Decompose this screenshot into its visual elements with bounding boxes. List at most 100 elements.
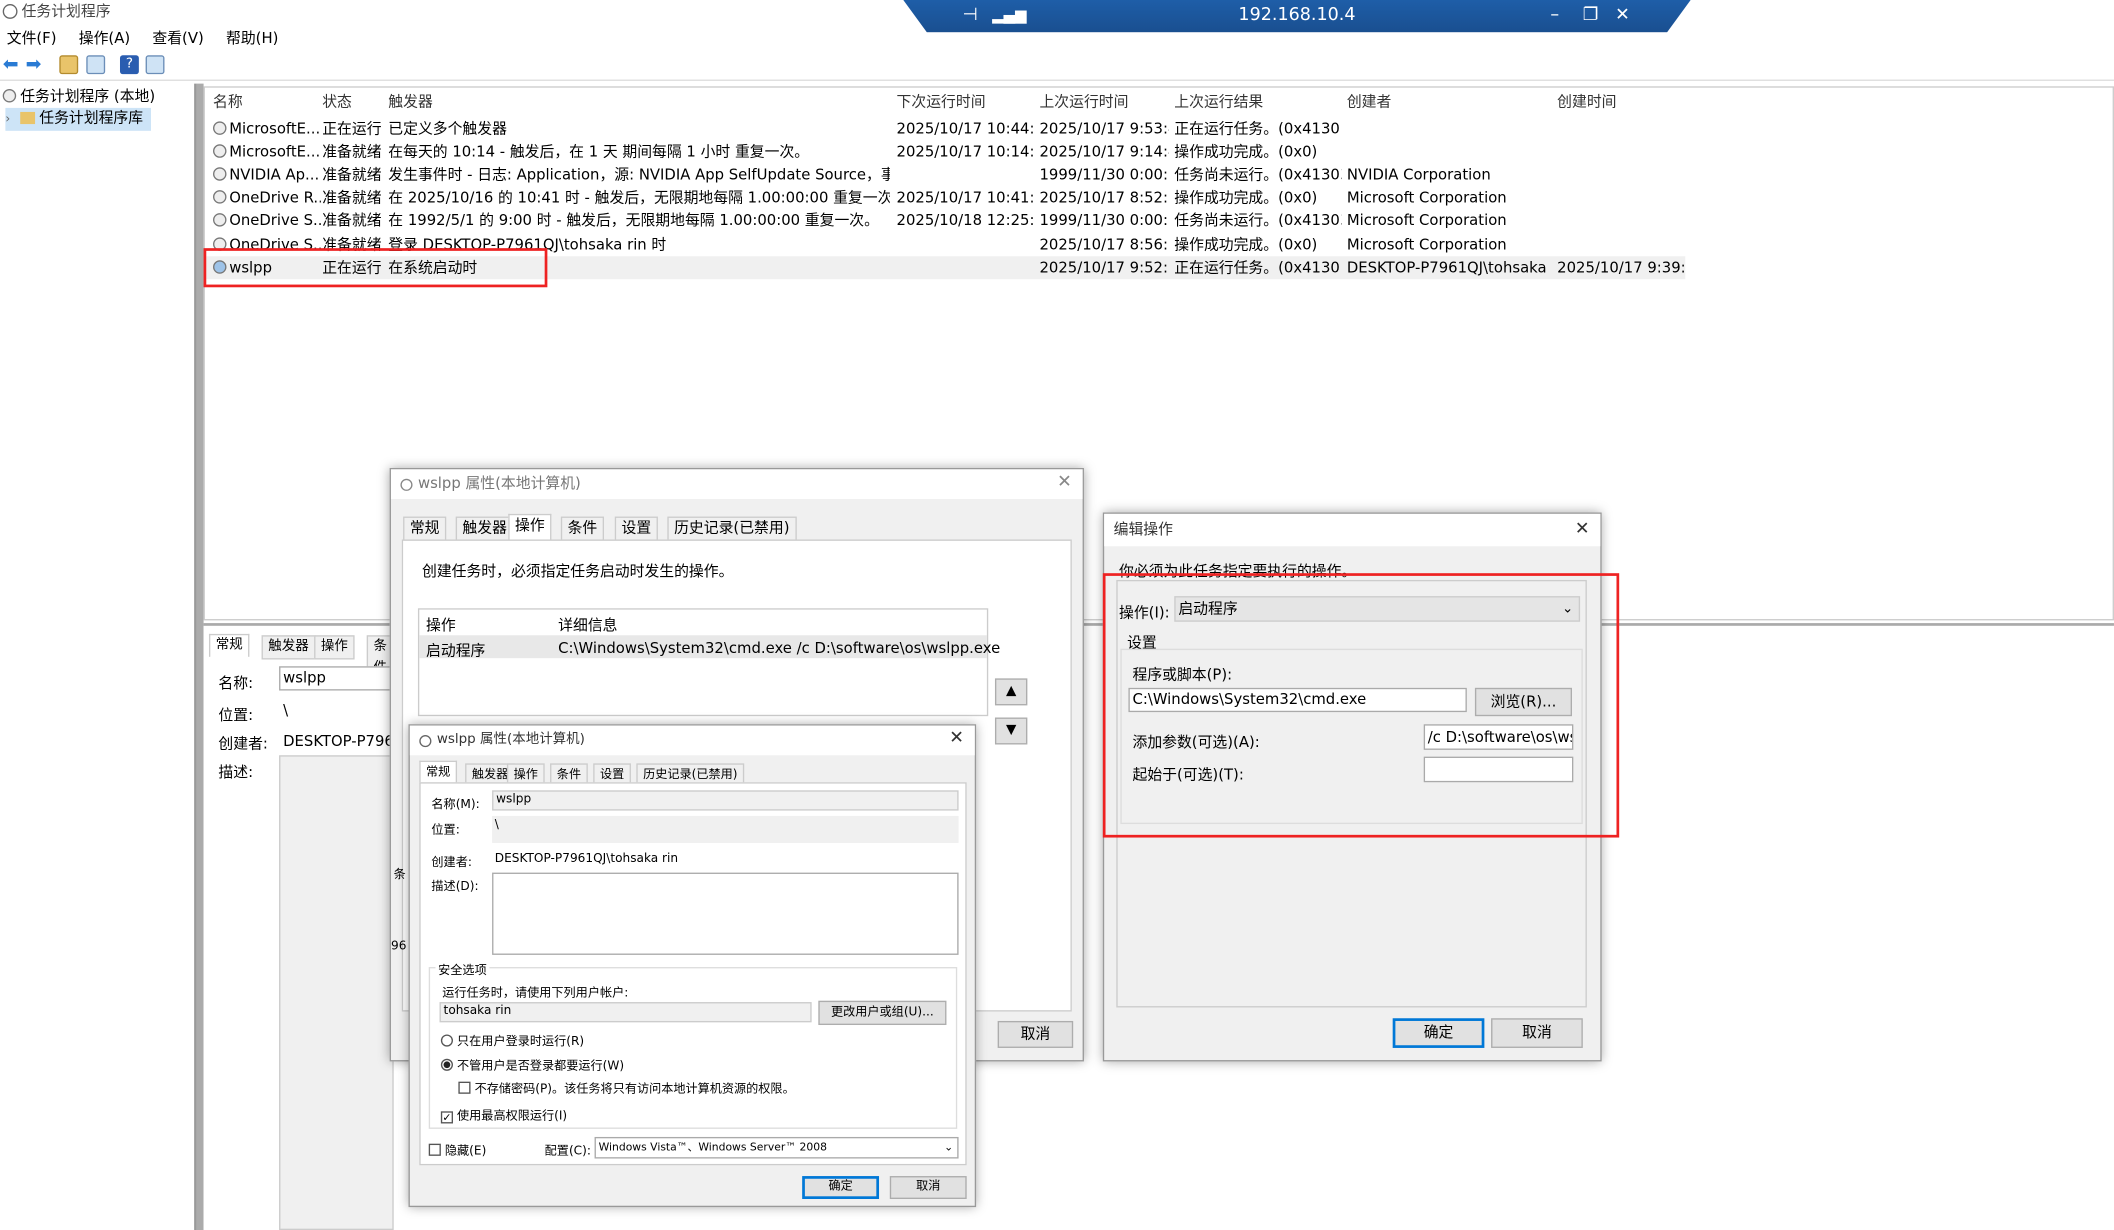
pane-splitter[interactable] (196, 83, 204, 1230)
cell-result: 任务尚未运行。(0x41303) (1174, 166, 1342, 184)
table-row[interactable]: OneDrive R... 准备就绪在 2025/10/16 的 10:41 时 … (206, 187, 1689, 210)
cell-result: 操作成功完成。(0x0) (1174, 235, 1318, 253)
dialog-title: wslpp 属性(本地计算机) (409, 725, 975, 756)
general-name-field[interactable]: wslpp (492, 790, 959, 811)
actions-cancel-button[interactable]: 取消 (997, 1020, 1074, 1048)
config-select[interactable]: Windows Vista™、Windows Server™ 2008 ⌄ (594, 1136, 959, 1159)
cell-name: MicrosoftE... (229, 120, 321, 138)
task-clock-icon (213, 213, 227, 228)
tab-history[interactable]: 历史记录(已禁用) (667, 516, 797, 541)
tab-settings[interactable]: 设置 (614, 516, 658, 541)
column-header-trigger[interactable]: 触发器 (388, 90, 432, 114)
radio-selected-icon[interactable] (440, 1058, 453, 1071)
table-row[interactable]: MicrosoftE... 准备就绪 在每天的 10:14 - 触发后，在 1 天 … (206, 140, 1689, 163)
option-run-logged-on[interactable]: 只在用户登录时运行(R) (440, 1032, 584, 1049)
table-row[interactable]: OneDrive S... 准备就绪在 1992/5/1 的 9:00 时 - 触… (206, 210, 1689, 233)
change-user-button[interactable]: 更改用户或组(U)... (818, 1000, 947, 1026)
tab-actions[interactable]: 操作 (508, 513, 552, 541)
tree-item-task-library[interactable]: › 任务计划程序库 (5, 107, 152, 131)
option-highest-privileges[interactable]: ✓ 使用最高权限运行(I) (440, 1106, 567, 1124)
back-icon[interactable]: ⬅ (3, 55, 22, 74)
column-header-last-run[interactable]: 上次运行时间 (1039, 90, 1128, 114)
actions-table (417, 608, 989, 717)
column-header-name[interactable]: 名称 (213, 90, 243, 114)
column-header-last-result[interactable]: 上次运行结果 (1174, 90, 1263, 114)
detail-tab-general[interactable]: 常规 (208, 633, 250, 657)
cell-next: 2025/10/17 10:14:43 (896, 143, 1035, 161)
cell-status: 准备就绪 (322, 143, 382, 161)
task-clock-icon (213, 144, 227, 158)
checkbox-checked-icon[interactable]: ✓ (440, 1111, 453, 1124)
cell-status: 准备就绪 (322, 212, 382, 230)
table-row[interactable]: MicrosoftE... 正在运行 已定义多个触发器 2025/10/17 10:4… (206, 117, 1689, 140)
clock-icon (419, 735, 432, 748)
column-header-status[interactable]: 状态 (322, 90, 352, 114)
cell-status: 准备就绪 (322, 189, 382, 207)
app-title: 任务计划程序 (21, 2, 111, 21)
option-run-always[interactable]: 不管用户是否登录都要运行(W) (440, 1056, 624, 1074)
run-as-label: 运行任务时，请使用下列用户帐户: (442, 987, 629, 1001)
general-ok-button[interactable]: 确定 (802, 1176, 880, 1199)
clock-icon (400, 478, 413, 491)
checkbox-icon[interactable] (458, 1081, 471, 1094)
properties-icon[interactable] (145, 55, 165, 75)
folder-icon (20, 111, 36, 125)
cell-author: Microsoft Corporation (1346, 189, 1507, 207)
tree-item-scheduler-root[interactable]: 任务计划程序 (本地) (2, 86, 155, 108)
cell-next: 2025/10/18 12:25:48 (896, 212, 1035, 230)
actions-col-action[interactable]: 操作 (426, 614, 456, 636)
help-icon[interactable]: ? (119, 55, 139, 75)
move-down-button[interactable]: ▼ (994, 717, 1028, 745)
menu-bar: 文件(F) 操作(A) 查看(V) 帮助(H) (0, 27, 2114, 51)
remote-address: 192.168.10.4 (1238, 5, 1356, 26)
detail-description-field[interactable] (279, 755, 394, 1230)
option-hidden[interactable]: 隐藏(E) (428, 1141, 486, 1159)
option-no-store-password[interactable]: 不存储密码(P)。该任务将只有访问本地计算机资源的权限。 (458, 1079, 795, 1096)
detail-name-field[interactable]: wslpp (279, 666, 394, 691)
close-icon[interactable]: ✕ (1057, 472, 1072, 492)
menu-action[interactable]: 操作(A) (79, 30, 130, 48)
menu-help[interactable]: 帮助(H) (226, 30, 278, 48)
edit-cancel-button[interactable]: 取消 (1491, 1018, 1583, 1048)
folder-up-icon[interactable] (59, 55, 79, 75)
cell-last: 2025/10/17 8:52:27 (1039, 189, 1168, 207)
actions-col-detail[interactable]: 详细信息 (558, 614, 617, 636)
radio-icon[interactable] (440, 1034, 453, 1047)
background-window-text: 条 (393, 868, 406, 883)
cell-next: 2025/10/17 10:44:43 (896, 120, 1035, 138)
menu-file[interactable]: 文件(F) (7, 30, 57, 48)
checkbox-icon[interactable] (428, 1143, 441, 1156)
menu-view[interactable]: 查看(V) (152, 30, 203, 48)
column-header-created[interactable]: 创建时间 (1557, 90, 1616, 114)
tab-triggers[interactable]: 触发器 (455, 516, 514, 541)
detail-tab-actions[interactable]: 操作 (314, 635, 355, 660)
detail-location-label: 位置: (218, 706, 254, 725)
general-description-field[interactable] (492, 872, 959, 955)
column-header-author[interactable]: 创建者 (1347, 90, 1391, 114)
tab-general[interactable]: 常规 (419, 760, 458, 784)
show-pane-icon[interactable] (86, 55, 106, 75)
chevron-down-icon[interactable]: ⌄ (944, 1138, 953, 1157)
move-up-button[interactable]: ▲ (994, 678, 1028, 706)
cell-trigger: 在 2025/10/16 的 10:41 时 - 触发后，无限期地每隔 1.00… (388, 189, 890, 207)
cell-name: MicrosoftE... (229, 143, 321, 161)
close-icon[interactable]: ✕ (949, 728, 964, 748)
dialog-title: wslpp 属性(本地计算机) (390, 469, 1083, 500)
close-icon[interactable]: ✕ (1575, 519, 1590, 539)
cell-author: NVIDIA Corporation (1346, 166, 1491, 184)
edit-ok-button[interactable]: 确定 (1392, 1018, 1485, 1048)
cell-name: OneDrive R... (229, 189, 321, 207)
column-header-next-run[interactable]: 下次运行时间 (897, 90, 986, 114)
general-cancel-button[interactable]: 取消 (889, 1176, 967, 1199)
general-author-label: 创建者: (431, 856, 472, 870)
general-description-label: 描述(D): (431, 880, 479, 895)
detail-location-value: \ (283, 701, 289, 719)
forward-icon[interactable]: ➡ (26, 55, 45, 74)
chevron-right-icon[interactable]: › (5, 113, 10, 126)
tab-general[interactable]: 常规 (403, 516, 447, 541)
detail-tab-triggers[interactable]: 触发器 (261, 635, 316, 660)
table-row[interactable]: NVIDIA Ap... 准备就绪 发生事件时 - 日志: Application，… (206, 163, 1689, 186)
tab-conditions[interactable]: 条件 (560, 516, 604, 541)
clock-icon (2, 4, 18, 19)
cell-last: 2025/10/17 9:52:08 (1039, 258, 1168, 276)
